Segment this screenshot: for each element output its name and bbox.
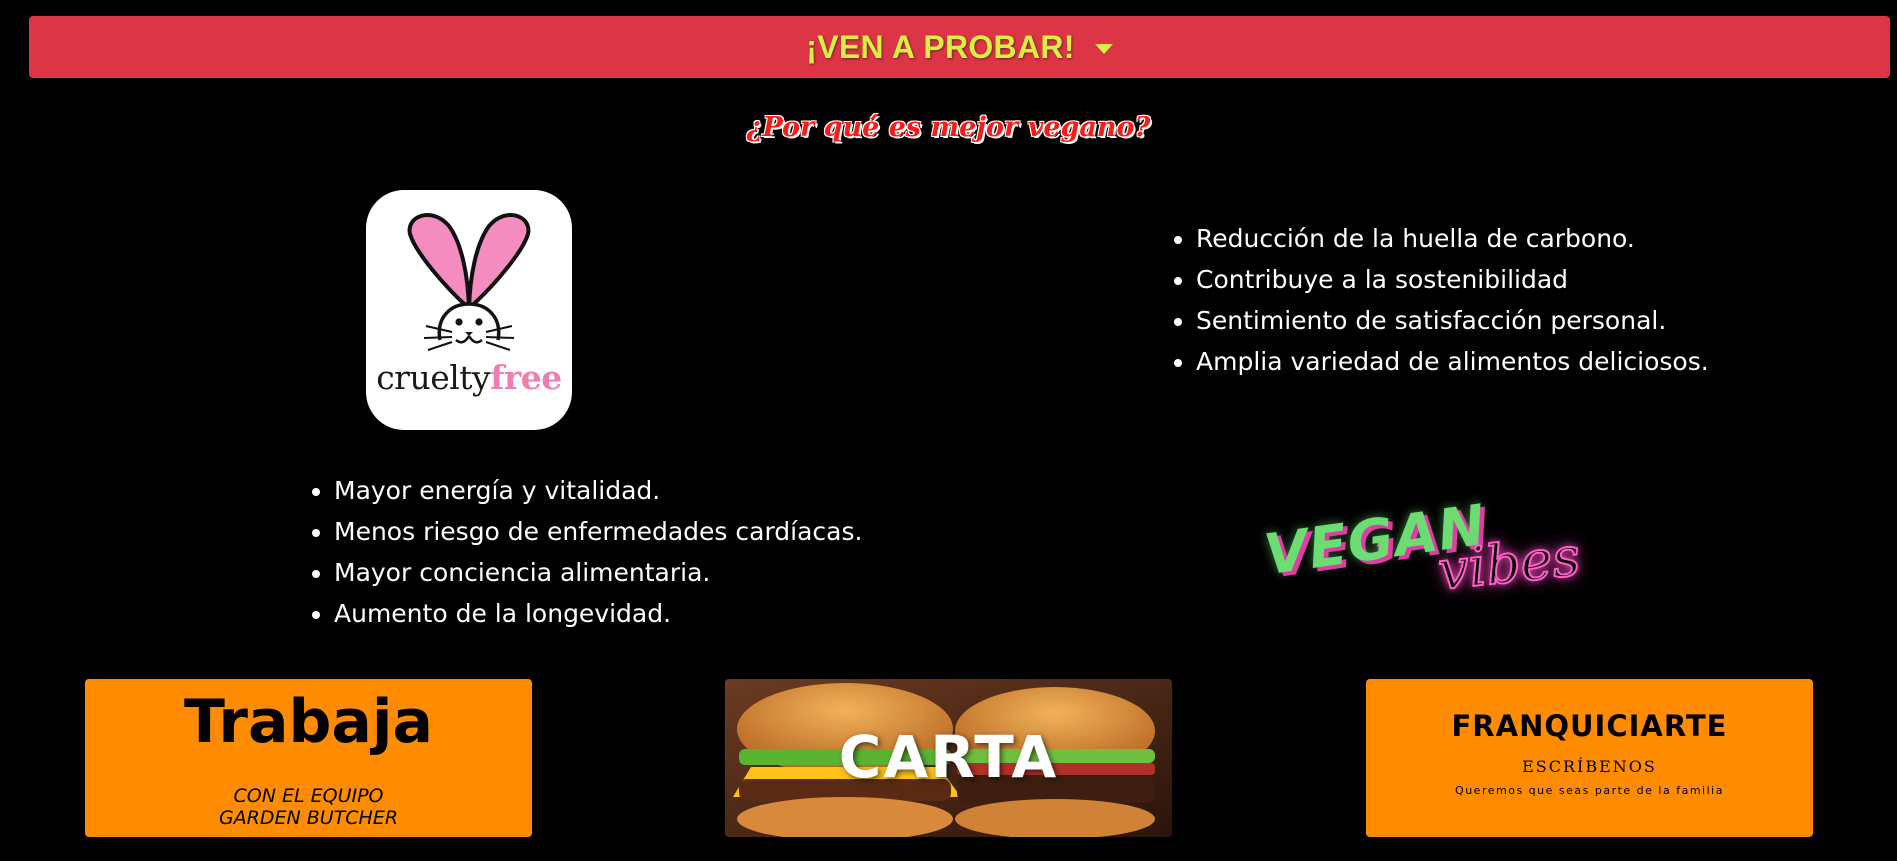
cruelty-free-logo: crueltyfree — [366, 190, 572, 430]
banner-label: ¡VEN A PROBAR! — [806, 28, 1075, 65]
cf-free-text: free — [490, 358, 562, 397]
trabaja-line-1: CON EL EQUIPO — [233, 785, 384, 807]
franquiciarte-card[interactable]: FRANQUICIARTE ESCRÍBENOS Queremos que se… — [1366, 679, 1813, 837]
vibes-word: vibes — [1434, 524, 1584, 603]
vegan-vibes-badge: VEGAN vibes — [1261, 493, 1584, 610]
franquiciarte-title: FRANQUICIARTE — [1451, 709, 1728, 743]
list-item: Mayor conciencia alimentaria. — [334, 552, 862, 593]
cruelty-free-wordmark: crueltyfree — [366, 358, 572, 397]
caret-down-icon — [1094, 44, 1113, 54]
escribenos-text: ESCRÍBENOS — [1522, 757, 1657, 776]
list-item: Mayor energía y vitalidad. — [334, 470, 862, 511]
trabaja-subtitle: CON EL EQUIPO GARDEN BUTCHER — [85, 785, 532, 829]
ven-a-probar-dropdown[interactable]: ¡VEN A PROBAR! — [29, 16, 1890, 78]
benefits-list-right: Reducción de la huella de carbono. Contr… — [1168, 218, 1709, 382]
list-item: Aumento de la longevidad. — [334, 593, 862, 634]
cf-cruelty-text: cruelty — [376, 358, 491, 397]
trabaja-card[interactable]: Trabaja CON EL EQUIPO GARDEN BUTCHER — [85, 679, 532, 837]
bunny-icon — [407, 213, 531, 351]
section-question: ¿Por qué es mejor vegano? — [746, 112, 1151, 143]
franquiciarte-note: Queremos que seas parte de la familia — [1455, 784, 1724, 797]
carta-card[interactable]: CARTA — [725, 679, 1172, 837]
trabaja-title: Trabaja — [184, 687, 433, 757]
list-item: Sentimiento de satisfacción personal. — [1196, 300, 1709, 341]
list-item: Reducción de la huella de carbono. — [1196, 218, 1709, 259]
carta-title: CARTA — [838, 723, 1059, 791]
trabaja-line-2: GARDEN BUTCHER — [218, 807, 399, 829]
benefits-list-left: Mayor energía y vitalidad. Menos riesgo … — [306, 470, 862, 634]
list-item: Amplia variedad de alimentos deliciosos. — [1196, 341, 1709, 382]
list-item: Contribuye a la sostenibilidad — [1196, 259, 1709, 300]
list-item: Menos riesgo de enfermedades cardíacas. — [334, 511, 862, 552]
